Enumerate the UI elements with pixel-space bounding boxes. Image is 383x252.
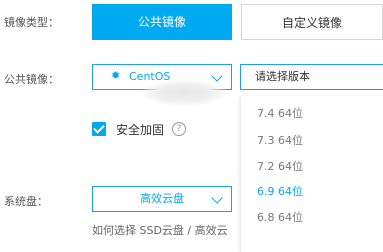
version-option[interactable]: 6.8 64位 (241, 206, 383, 230)
version-select[interactable]: 请选择版本 (240, 64, 383, 90)
system-disk-label: 系统盘： (4, 195, 48, 208)
gear-icon: ✹ (111, 69, 121, 82)
public-image-label: 公共镜像： (4, 73, 59, 86)
disk-help-link[interactable]: 如何选择 SSD云盘 / 高效云 (92, 222, 228, 238)
tab-custom-image[interactable]: 自定义镜像 (241, 4, 383, 40)
version-option-selected[interactable]: 6.9 64位 (241, 180, 383, 204)
tab-public-image[interactable]: 公共镜像 (92, 4, 232, 40)
blurred-region (140, 80, 228, 106)
version-select-placeholder: 请选择版本 (255, 70, 310, 83)
security-hardening-label: 安全加固 (116, 123, 165, 137)
system-disk-select[interactable]: 高效云盘 (92, 186, 232, 212)
security-hardening-checkbox[interactable] (92, 122, 106, 136)
image-type-tabs: 公共镜像 自定义镜像 (92, 4, 383, 40)
version-option[interactable]: 7.3 64位 (241, 129, 383, 153)
version-option[interactable]: 7.4 64位 (241, 102, 383, 126)
system-disk-value: 高效云盘 (140, 192, 184, 205)
image-type-label: 镜像类型： (4, 16, 59, 29)
version-option[interactable]: 7.2 64位 (241, 155, 383, 179)
help-icon[interactable]: ? (172, 122, 186, 136)
version-dropdown: 7.4 64位 7.3 64位 7.2 64位 6.9 64位 6.8 64位 (240, 96, 383, 252)
